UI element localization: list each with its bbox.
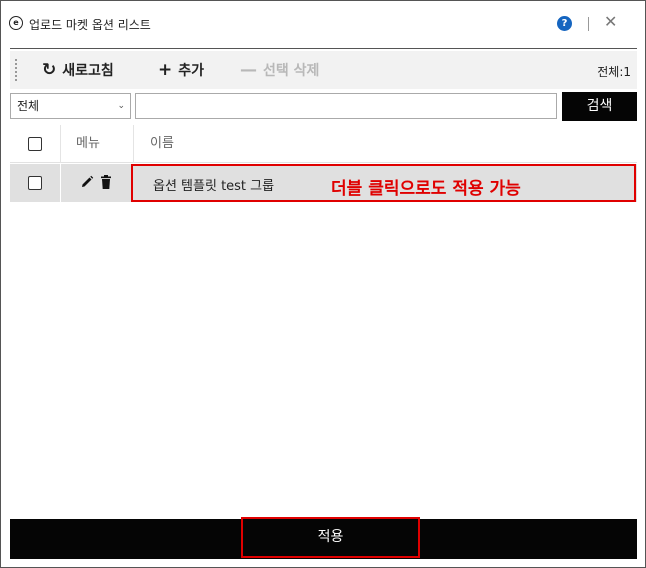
apply-button[interactable]: 적용 [241,517,420,558]
toolbar-grip-handle[interactable] [15,59,17,81]
refresh-icon: ↻ [42,60,57,80]
add-button[interactable]: + 추가 [158,60,204,80]
column-divider [60,125,61,163]
cell-divider [60,164,61,202]
add-label: 추가 [178,63,205,79]
filter-select[interactable]: 전체 ⌄ [10,93,131,119]
trash-icon[interactable] [100,175,112,189]
pencil-icon[interactable] [80,175,94,189]
total-count: 전체:1 [597,65,631,79]
delete-selected-label: 선택 삭제 [263,63,320,79]
annotation-text: 더블 클릭으로도 적용 가능 [331,179,521,199]
delete-selected-button[interactable]: — 선택 삭제 [240,60,319,80]
refresh-button[interactable]: ↻ 새로고침 [42,60,114,80]
app-logo-icon: e [9,16,23,30]
filter-selected-value: 전체 [17,99,40,113]
search-input[interactable] [135,93,557,119]
help-icon[interactable]: ? [557,16,572,31]
plus-icon: + [158,60,173,80]
minus-icon: — [240,60,257,80]
table-header: 메뉴 이름 [10,125,637,163]
column-header-menu: 메뉴 [76,136,100,151]
chevron-down-icon: ⌄ [117,101,125,111]
title-bar: e 업로드 마켓 옵션 리스트 ? ✕ [1,1,645,45]
column-header-name[interactable]: 이름 [150,125,174,163]
toolbar: ↻ 새로고침 + 추가 — 선택 삭제 전체:1 [10,51,637,89]
refresh-label: 새로고침 [62,63,114,79]
title-separator [588,17,589,31]
close-icon[interactable]: ✕ [604,13,617,31]
title-divider [10,48,637,49]
search-button[interactable]: 검색 [562,92,637,121]
row-checkbox[interactable] [28,176,42,190]
select-all-checkbox[interactable] [28,137,42,151]
dialog-window: e 업로드 마켓 옵션 리스트 ? ✕ ↻ 새로고침 + 추가 — 선택 삭제 … [0,0,646,568]
column-divider [133,125,134,163]
window-title: 업로드 마켓 옵션 리스트 [29,18,151,32]
